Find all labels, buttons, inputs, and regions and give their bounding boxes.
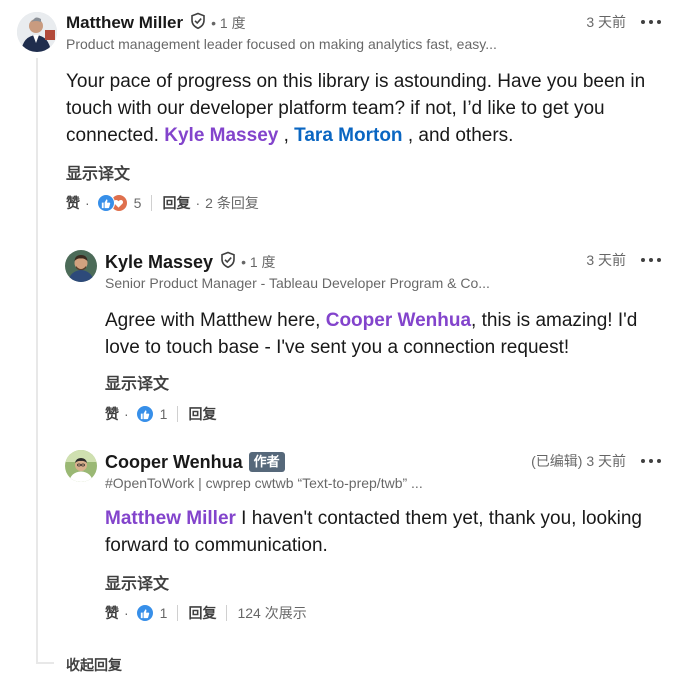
separator-dot: · xyxy=(195,195,201,211)
comment-actions: 赞 · 1 回复 124 次展示 xyxy=(105,603,307,623)
thread-line xyxy=(36,58,38,664)
timestamp: (已编辑) 3 天前 xyxy=(531,453,626,469)
avatar[interactable] xyxy=(65,250,97,282)
like-button[interactable]: 赞 xyxy=(105,404,119,424)
edited-label: (已编辑) xyxy=(531,453,583,469)
reactions-summary[interactable]: 1 xyxy=(135,405,168,423)
like-reaction-icon xyxy=(96,194,115,212)
reaction-count: 1 xyxy=(159,605,168,621)
comment-text: Your pace of progress on this library is… xyxy=(66,71,646,146)
reactions-summary[interactable]: 5 xyxy=(96,194,142,212)
comment-text: Matthew Miller I haven't contacted them … xyxy=(105,508,642,556)
mention-cooper-wenhua[interactable]: Cooper Wenhua xyxy=(326,310,471,331)
reply-button[interactable]: 回复 xyxy=(188,404,216,424)
collapse-replies-button[interactable]: 收起回复 xyxy=(66,655,122,675)
comment-header: Cooper Wenhua 作者 xyxy=(105,451,285,473)
mention-kyle-massey[interactable]: Kyle Massey xyxy=(164,125,278,146)
reaction-count: 5 xyxy=(133,195,142,211)
avatar[interactable] xyxy=(17,12,57,52)
like-reaction-icon xyxy=(135,405,154,423)
reply-button[interactable]: 回复 xyxy=(162,193,190,213)
verified-shield-icon xyxy=(189,12,207,35)
more-options-icon[interactable] xyxy=(641,451,661,471)
more-options-icon[interactable] xyxy=(641,250,661,270)
avatar[interactable] xyxy=(65,450,97,482)
show-translation-button[interactable]: 显示译文 xyxy=(66,160,130,184)
more-options-icon[interactable] xyxy=(641,12,661,32)
author-name[interactable]: Matthew Miller xyxy=(66,13,183,33)
reaction-count: 1 xyxy=(159,406,168,422)
divider xyxy=(177,605,179,621)
author-badge: 作者 xyxy=(248,452,285,472)
author-name[interactable]: Kyle Massey xyxy=(105,252,213,273)
separator-dot: · xyxy=(85,195,90,211)
like-button[interactable]: 赞 xyxy=(105,603,119,623)
reply-button[interactable]: 回复 xyxy=(188,603,216,623)
connection-degree: • 1 度 xyxy=(211,15,246,31)
connection-degree: • 1 度 xyxy=(241,254,276,270)
mention-tara-morton[interactable]: Tara Morton xyxy=(294,125,402,146)
verified-shield-icon xyxy=(219,251,237,274)
comment-text: Agree with Matthew here, Cooper Wenhua, … xyxy=(105,310,638,358)
author-headline: Senior Product Manager - Tableau Develop… xyxy=(105,275,490,291)
show-translation-button[interactable]: 显示译文 xyxy=(105,370,169,394)
author-name[interactable]: Cooper Wenhua xyxy=(105,452,243,473)
show-translation-button[interactable]: 显示译文 xyxy=(105,570,169,594)
comment-actions: 赞 · 5 回复 · 2 条回复 xyxy=(66,193,259,213)
reactions-summary[interactable]: 1 xyxy=(135,604,168,622)
divider xyxy=(151,195,153,211)
author-headline: #OpenToWork | cwprep cwtwb “Text-to-prep… xyxy=(105,475,423,491)
comment-header: Matthew Miller • 1 度 xyxy=(66,12,246,34)
like-reaction-icon xyxy=(135,604,154,622)
comment-header: Kyle Massey • 1 度 xyxy=(105,251,276,273)
author-headline: Product management leader focused on mak… xyxy=(66,36,497,52)
separator-dot: · xyxy=(124,605,129,621)
timestamp: 3 天前 xyxy=(586,252,626,268)
comment-actions: 赞 · 1 回复 xyxy=(105,404,216,424)
divider xyxy=(226,605,228,621)
like-button[interactable]: 赞 xyxy=(66,193,80,213)
divider xyxy=(177,406,179,422)
mention-matthew-miller[interactable]: Matthew Miller xyxy=(105,508,236,529)
separator-dot: · xyxy=(124,406,129,422)
impressions-count[interactable]: 124 次展示 xyxy=(237,603,306,623)
reply-count[interactable]: 2 条回复 xyxy=(205,193,259,213)
thread-line-hook xyxy=(36,662,54,664)
timestamp: 3 天前 xyxy=(586,14,626,30)
